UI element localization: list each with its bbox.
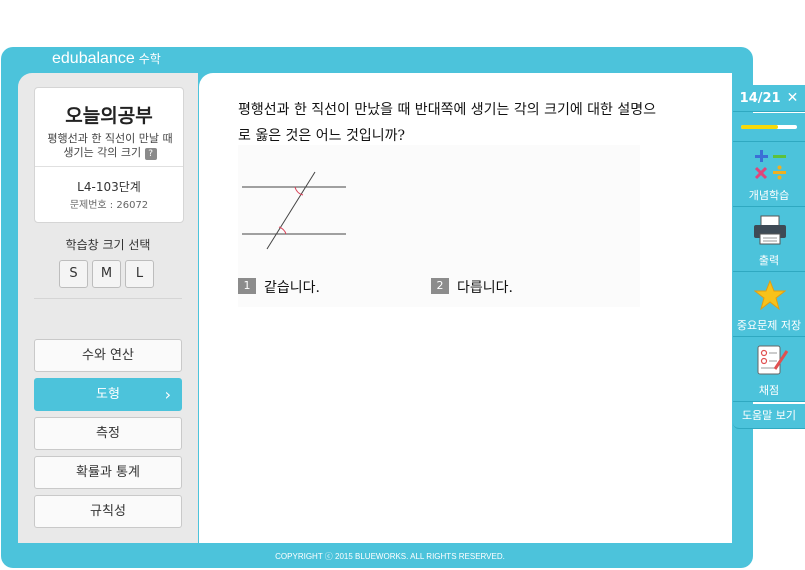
progress-track: [741, 125, 797, 129]
today-description: 평행선과 한 직선이 만날 때 생기는 각의 크기 ?: [45, 132, 175, 160]
problem-counter: 14/21 ✕: [733, 85, 805, 112]
choice-1-number[interactable]: 1: [238, 278, 256, 294]
chevron-right-icon: ›: [164, 385, 171, 404]
category-measurement[interactable]: 측정: [34, 417, 182, 450]
progress-fill: [741, 125, 779, 129]
size-small-button[interactable]: S: [59, 260, 88, 288]
save-important-label: 중요문제 저장: [736, 319, 802, 332]
concept-study-button[interactable]: 개념학습: [733, 142, 805, 207]
save-important-button[interactable]: 중요문제 저장: [733, 272, 805, 337]
printer-icon: [754, 215, 786, 245]
size-medium-button[interactable]: M: [92, 260, 121, 288]
today-title: 오늘의공부: [65, 105, 153, 127]
question-text: 평행선과 한 직선이 만났을 때 반대쪽에 생기는 각의 크기에 대한 설명으로…: [238, 102, 657, 144]
print-label: 출력: [758, 254, 780, 267]
star-icon: [754, 280, 786, 310]
choice-1-text[interactable]: 같습니다.: [264, 277, 320, 297]
copyright-footer: COPYRIGHT ⓒ 2015 BLUEWORKS. ALL RIGHTS R…: [275, 552, 505, 561]
brand-subject: 수학: [138, 52, 161, 66]
category-patterns[interactable]: 규칙성: [34, 495, 182, 528]
help-button[interactable]: 도움말 보기: [733, 404, 805, 429]
print-button[interactable]: 출력: [733, 207, 805, 272]
math-operators-icon: [754, 150, 786, 180]
close-icon[interactable]: ✕: [787, 90, 799, 106]
brand-logo: edubalance 수학: [52, 50, 161, 68]
help-icon[interactable]: ?: [144, 148, 157, 160]
grading-label: 채점: [758, 384, 780, 397]
concept-study-label: 개념학습: [748, 189, 790, 202]
left-divider: [34, 298, 182, 299]
size-large-button[interactable]: L: [125, 260, 154, 288]
counter-text: 14/21: [739, 91, 781, 106]
category-number-operations[interactable]: 수와 연산: [34, 339, 182, 372]
brand-name: edubalance: [52, 50, 135, 67]
today-study-card: 오늘의공부 평행선과 한 직선이 만날 때 생기는 각의 크기 ? L4-103…: [34, 87, 184, 223]
category-geometry-label: 도형: [96, 387, 120, 402]
category-geometry[interactable]: 도형 ›: [34, 378, 182, 411]
choice-2-text[interactable]: 다릅니다.: [457, 277, 513, 297]
grading-button[interactable]: 채점: [733, 337, 805, 402]
transversal-line: [266, 171, 316, 250]
progress-indicator: [733, 113, 805, 142]
choice-2-number[interactable]: 2: [431, 278, 449, 294]
problem-number: 문제번호 : 26072: [69, 200, 149, 211]
grading-sheet-icon: [757, 345, 789, 375]
size-selector-label: 학습창 크기 선택: [65, 238, 151, 252]
card-divider: [35, 166, 183, 167]
category-probability-statistics[interactable]: 확률과 통계: [34, 456, 182, 489]
level-label: L4-103단계: [77, 180, 141, 194]
